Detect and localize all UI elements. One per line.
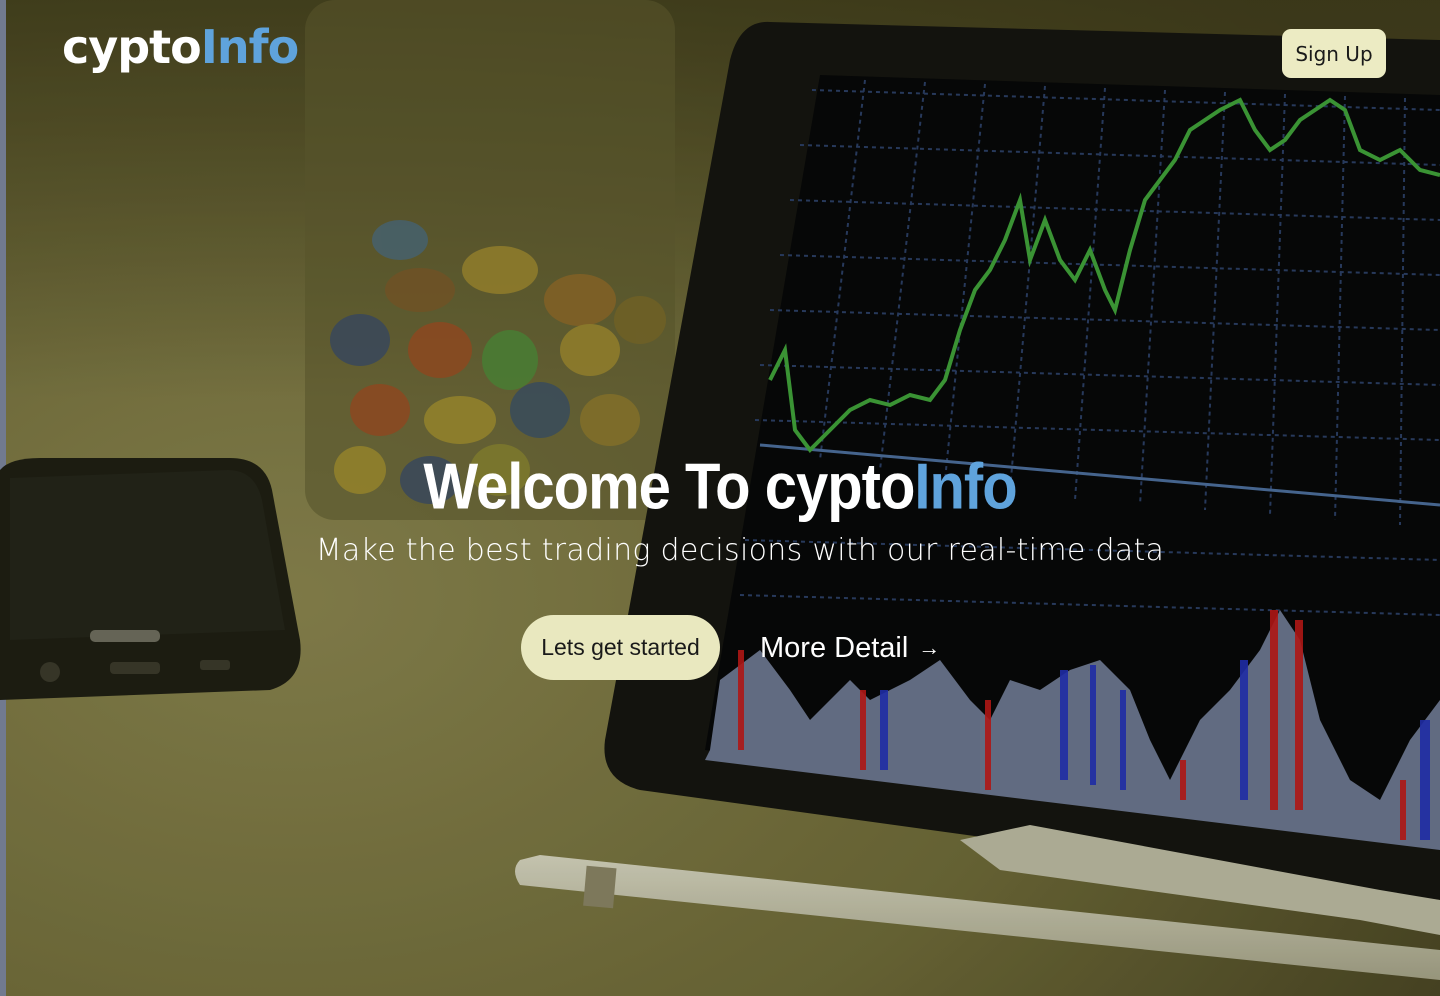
brand-logo-accent: Info [200, 20, 299, 74]
hero-section: cyptoInfo Sign Up Welcome To cyptoInfo M… [0, 0, 1440, 996]
brand-logo-main: cypto [62, 20, 202, 74]
hero-title: Welcome To cyptoInfo [0, 449, 1440, 524]
arrow-right-icon: → [918, 635, 941, 660]
signup-button[interactable]: Sign Up [1282, 29, 1386, 78]
hero-subtitle: Make the best trading decisions with our… [315, 533, 1165, 568]
hero-title-main: Welcome To cypto [423, 450, 915, 523]
more-detail-link[interactable]: More Detail → [760, 628, 940, 668]
brand-logo[interactable]: cyptoInfo [62, 20, 299, 74]
hero-title-accent: Info [914, 450, 1017, 523]
get-started-button[interactable]: Lets get started [521, 615, 720, 680]
more-detail-label: More Detail [760, 631, 909, 664]
